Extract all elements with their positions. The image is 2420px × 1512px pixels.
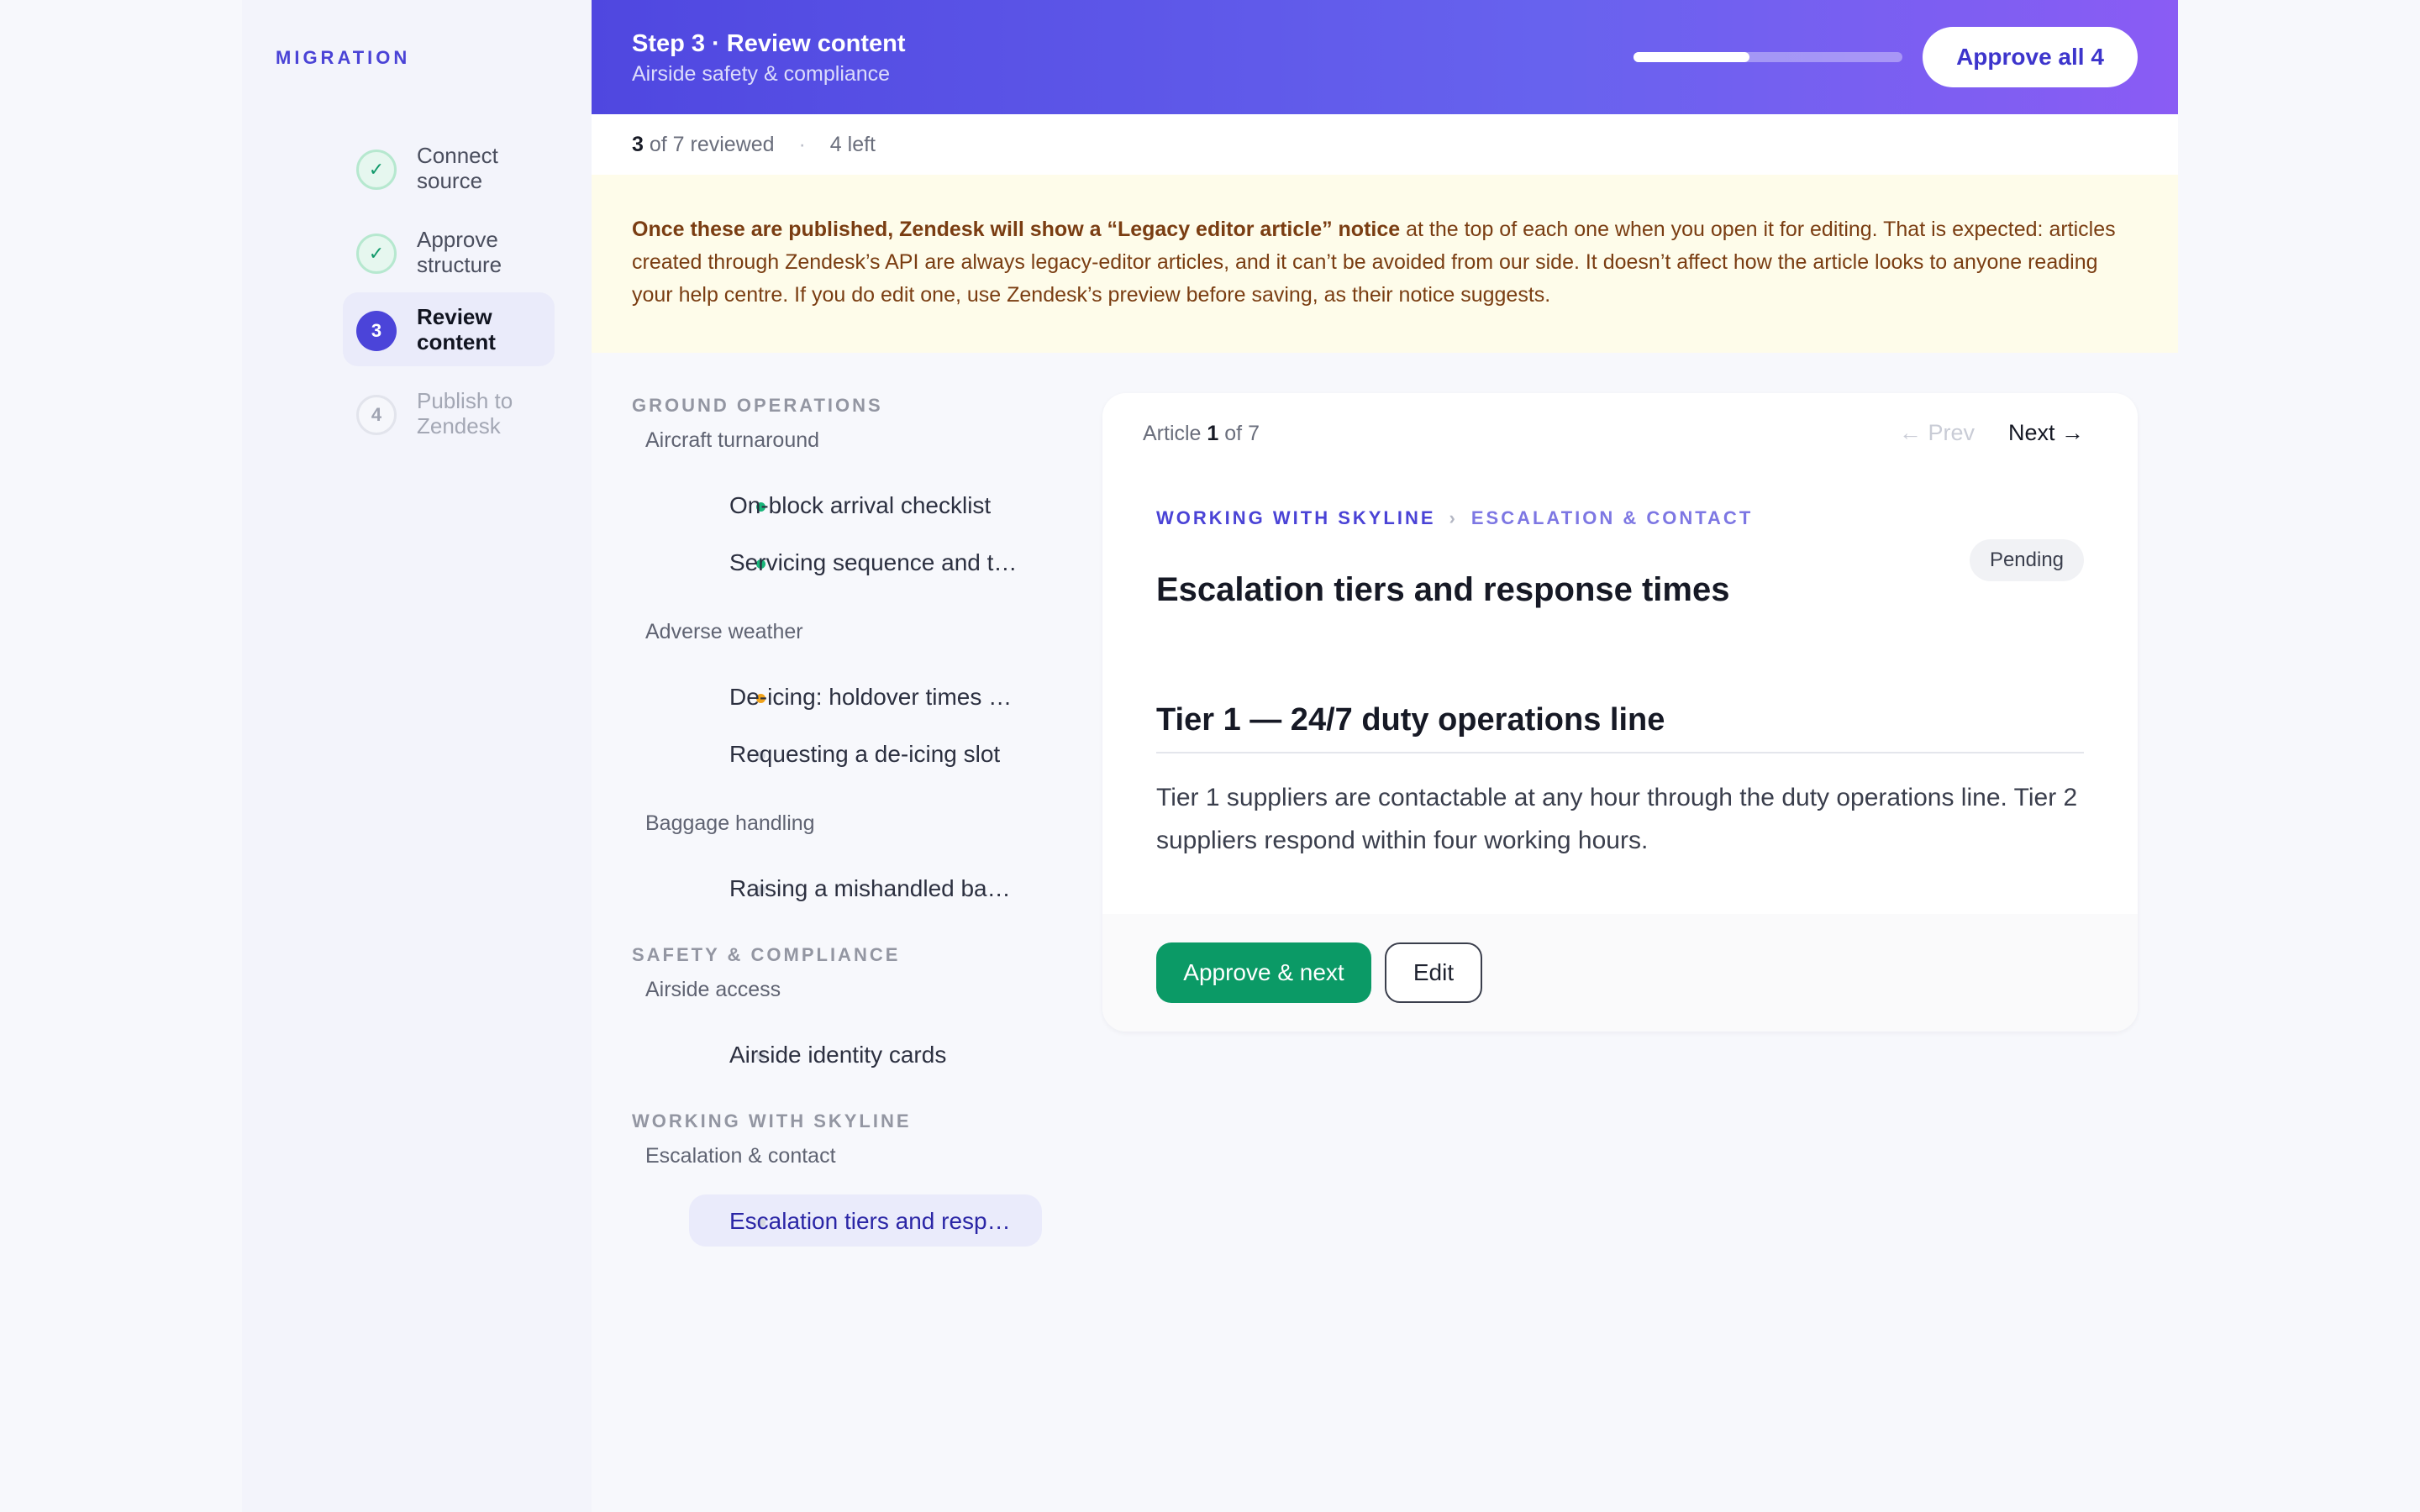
article-heading: Tier 1 — 24/7 duty operations line (1156, 702, 2084, 753)
step-title: Step 3 · Review content (632, 30, 906, 57)
breadcrumb-section: WORKING WITH SKYLINE (1156, 507, 1436, 528)
status-badge: Pending (1970, 539, 2084, 581)
reviewed-count: 3 (632, 133, 644, 156)
tree-item-label: De-icing: holdover times … (729, 684, 1013, 710)
tree-item[interactable]: Raising a mishandled ba… (689, 862, 1042, 914)
article-body: Tier 1 suppliers are contactable at any … (1156, 784, 2078, 854)
next-article-button[interactable]: Next → (2008, 420, 2084, 446)
review-count-bar: 3 of 7 reviewed · 4 left (592, 114, 2178, 175)
tree-group-label: Airside access (645, 978, 781, 1001)
tree-section-label: GROUND OPERATIONS (632, 395, 883, 416)
breadcrumb-chevron-icon: › (1449, 507, 1458, 528)
step-label: Connect source (417, 143, 498, 193)
notice-text: Once these are published, Zendesk will s… (632, 213, 2144, 312)
step-number-badge: 3 (356, 311, 397, 351)
count-separator: · (798, 133, 806, 156)
step-connect-source[interactable]: ✓ Connect source (343, 131, 555, 205)
tree-item-label: Requesting a de-icing slot (729, 741, 1001, 767)
prev-article-button[interactable]: ← Prev (1899, 420, 1975, 446)
sidebar-kicker: MIGRATION (276, 47, 411, 68)
approve-all-button[interactable]: Approve all 4 (1923, 27, 2138, 87)
reviewed-suffix: of 7 reviewed (649, 133, 775, 156)
article-counter: Article 1 of 7 (1143, 422, 1260, 446)
breadcrumb: WORKING WITH SKYLINE › ESCALATION & CONTAC… (1156, 507, 1753, 529)
tree-section-label: WORKING WITH SKYLINE (632, 1110, 912, 1131)
step-header: Step 3 · Review content Airside safety &… (592, 0, 2178, 114)
tree-group-label: Aircraft turnaround (645, 428, 820, 452)
step-publish-to-zendesk: 4 Publish to Zendesk (343, 376, 555, 450)
article-count-current: 1 (1207, 422, 1219, 445)
step-number-badge: 4 (356, 395, 397, 435)
tree-section-label: SAFETY & COMPLIANCE (632, 944, 901, 965)
left-count: 4 left (829, 133, 876, 156)
breadcrumb-category: ESCALATION & CONTACT (1470, 507, 1754, 528)
notice-emphasis: Once these are published, Zendesk will s… (632, 218, 1401, 241)
check-icon: ✓ (356, 150, 397, 190)
step-subtitle: Airside safety & compliance (632, 62, 891, 86)
article-card: Article 1 of 7 ← Prev Next → WORKING WIT… (1102, 393, 2138, 1032)
step-approve-structure[interactable]: ✓ Approve structure (343, 215, 555, 289)
migration-sidebar: MIGRATION ✓ Connect source ✓ Approve str… (242, 0, 592, 1512)
legacy-editor-notice: Once these are published, Zendesk will s… (592, 175, 2178, 353)
article-actions: Approve & next Edit (1102, 914, 2138, 1032)
tree-item-label: Raising a mishandled ba… (729, 875, 1011, 901)
step-label: Approve structure (417, 227, 502, 277)
article-count-suffix: of 7 (1224, 422, 1260, 445)
tree-item-label: Servicing sequence and t… (729, 549, 1018, 575)
tree-group-label: Adverse weather (645, 620, 803, 643)
tree-item[interactable]: Requesting a de-icing slot (689, 727, 1042, 780)
approve-next-button[interactable]: Approve & next (1156, 942, 1371, 1003)
tree-group-label: Escalation & contact (645, 1144, 836, 1168)
tree-item-label: On-block arrival checklist (729, 492, 992, 518)
step-label: Publish to Zendesk (417, 388, 513, 438)
article-title: Escalation tiers and response times (1156, 571, 1730, 608)
edit-button[interactable]: Edit (1385, 942, 1482, 1003)
tree-group-label: Baggage handling (645, 811, 815, 835)
tree-item[interactable]: De-icing: holdover times … (689, 670, 1042, 722)
step-review-content[interactable]: 3 Review content (343, 292, 555, 366)
step-label: Review content (417, 304, 496, 354)
review-progress-bar (1634, 52, 1902, 62)
article-count-prefix: Article (1143, 422, 1202, 445)
tree-item-label: Escalation tiers and resp… (729, 1208, 1011, 1234)
tree-item[interactable]: On-block arrival checklist (689, 479, 1042, 531)
tree-item-label: Airside identity cards (729, 1042, 947, 1068)
review-progress-fill (1634, 52, 1749, 62)
tree-item[interactable]: Servicing sequence and t… (689, 536, 1042, 588)
tree-item-selected[interactable]: Escalation tiers and resp… (689, 1194, 1042, 1247)
tree-item[interactable]: Airside identity cards (689, 1028, 1042, 1080)
check-icon: ✓ (356, 234, 397, 274)
review-counts: 3 of 7 reviewed · 4 left (632, 133, 876, 157)
